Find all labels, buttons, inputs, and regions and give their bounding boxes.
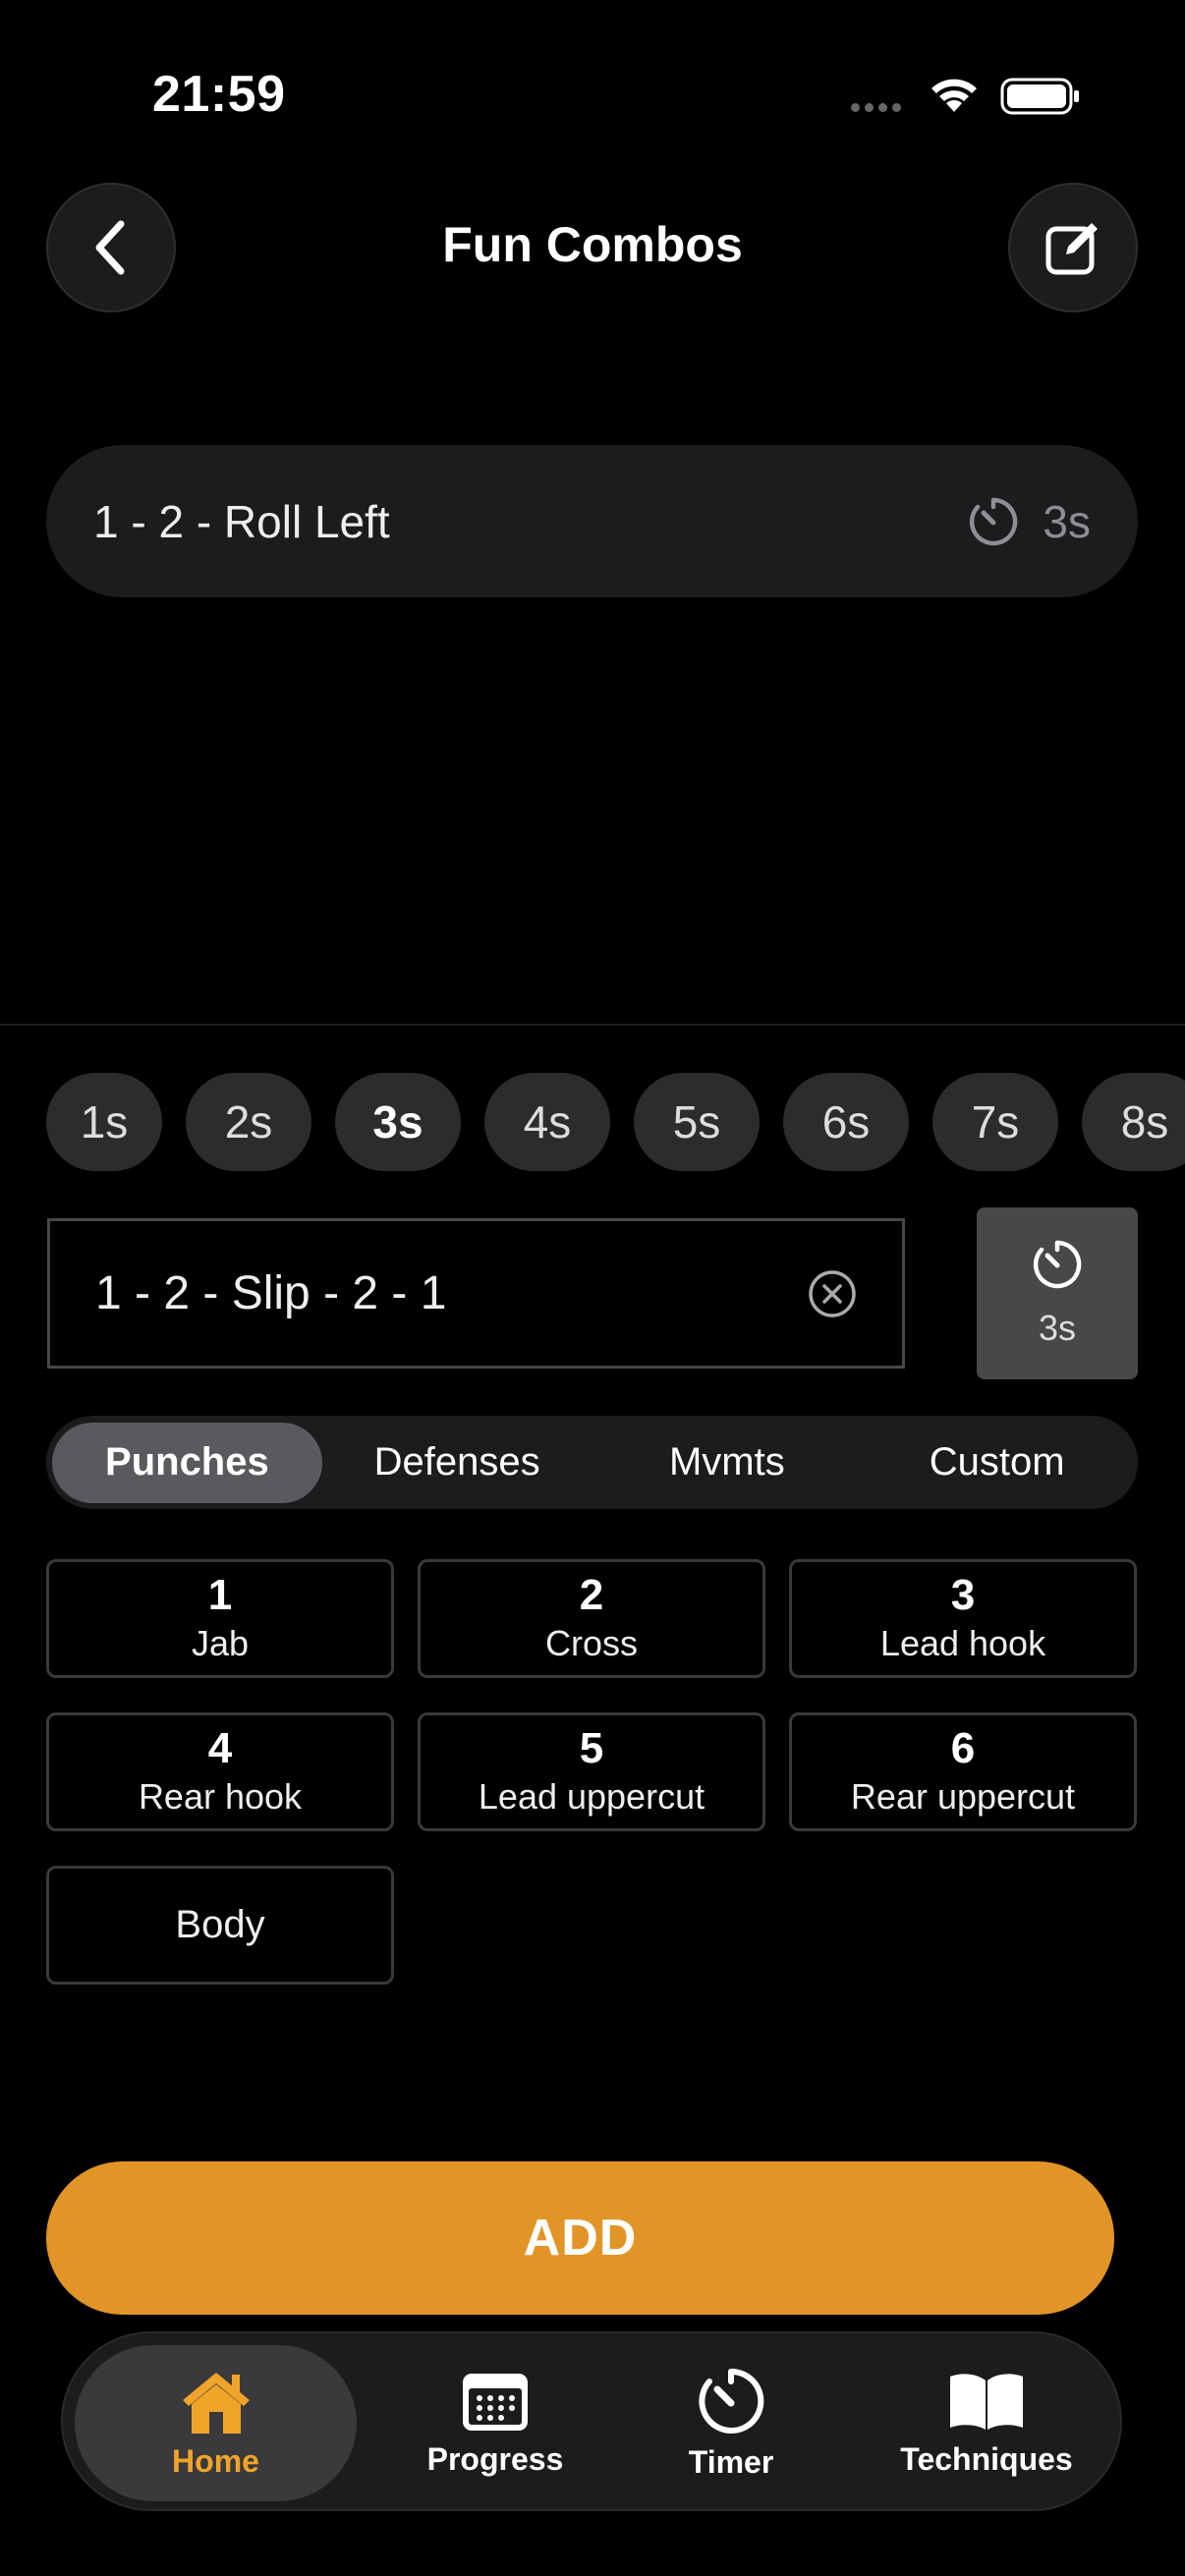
- timer-icon: [699, 2368, 764, 2434]
- wifi-icon: [931, 79, 977, 112]
- tab-defenses[interactable]: Defenses: [322, 1423, 592, 1503]
- duration-chip-2s[interactable]: 2s: [186, 1073, 311, 1171]
- combo-list-item[interactable]: 1 - 2 - Roll Left 3s: [46, 445, 1138, 597]
- move-button-cross[interactable]: 2 Cross: [418, 1559, 765, 1678]
- move-label: Body: [175, 1903, 265, 1946]
- tab-home[interactable]: Home: [75, 2345, 357, 2501]
- edit-button[interactable]: [1008, 183, 1138, 312]
- tab-progress[interactable]: Progress: [387, 2345, 603, 2501]
- combo-input[interactable]: 1 - 2 - Slip - 2 - 1: [47, 1218, 905, 1369]
- combo-input-value: 1 - 2 - Slip - 2 - 1: [95, 1267, 447, 1319]
- tab-bar: Home Progress Timer Techniques: [61, 2331, 1122, 2511]
- status-time: 21:59: [152, 66, 286, 123]
- divider: [0, 1024, 1185, 1026]
- duration-chip-8s[interactable]: 8s: [1082, 1073, 1185, 1171]
- move-number: 2: [579, 1571, 604, 1620]
- cellular-signal-icon: [851, 103, 901, 112]
- move-button-lead-uppercut[interactable]: 5 Lead uppercut: [418, 1712, 765, 1831]
- move-label: Cross: [544, 1622, 638, 1663]
- add-button[interactable]: ADD: [46, 2161, 1114, 2315]
- duration-chip-6s[interactable]: 6s: [783, 1073, 909, 1171]
- tab-punches[interactable]: Punches: [52, 1422, 322, 1503]
- clear-icon[interactable]: [808, 1269, 857, 1318]
- book-icon: [950, 2374, 1023, 2430]
- move-number: 5: [579, 1724, 604, 1773]
- move-label: Lead uppercut: [478, 1775, 705, 1817]
- move-label: Jab: [191, 1622, 250, 1663]
- move-label: Rear hook: [138, 1775, 303, 1817]
- compose-icon: [1045, 223, 1098, 275]
- duration-chip-1s[interactable]: 1s: [46, 1073, 162, 1171]
- tab-timer[interactable]: Timer: [652, 2345, 810, 2501]
- tab-progress-label: Progress: [426, 2441, 564, 2477]
- duration-chip-5s[interactable]: 5s: [634, 1073, 760, 1171]
- move-number: 6: [950, 1724, 976, 1773]
- timer-duration-label: 3s: [1038, 1307, 1077, 1348]
- move-number: 4: [207, 1724, 233, 1773]
- timer-duration-button[interactable]: 3s: [977, 1207, 1138, 1379]
- move-button-body[interactable]: Body: [46, 1866, 394, 1985]
- move-number: 3: [950, 1571, 976, 1620]
- combo-text: 1 - 2 - Roll Left: [93, 495, 390, 547]
- timer-icon: [1033, 1240, 1082, 1288]
- move-button-jab[interactable]: 1 Jab: [46, 1559, 394, 1678]
- duration-chip-7s[interactable]: 7s: [932, 1073, 1058, 1171]
- calendar-icon: [463, 2374, 528, 2431]
- move-button-lead-hook[interactable]: 3 Lead hook: [789, 1559, 1137, 1678]
- duration-chip-4s[interactable]: 4s: [484, 1073, 610, 1171]
- tab-mvmts[interactable]: Mvmts: [592, 1423, 863, 1503]
- move-number: 1: [207, 1571, 233, 1620]
- tab-custom[interactable]: Custom: [862, 1423, 1132, 1503]
- duration-chip-3s[interactable]: 3s: [335, 1073, 461, 1171]
- move-button-rear-uppercut[interactable]: 6 Rear uppercut: [789, 1712, 1137, 1831]
- tab-techniques[interactable]: Techniques: [878, 2345, 1095, 2501]
- tab-home-label: Home: [172, 2443, 259, 2479]
- battery-icon: [1000, 78, 1079, 115]
- tab-techniques-label: Techniques: [900, 2441, 1073, 2477]
- house-icon: [182, 2373, 250, 2434]
- move-label: Lead hook: [879, 1622, 1046, 1663]
- combo-duration: 3s: [968, 495, 1091, 548]
- move-label: Rear uppercut: [850, 1775, 1076, 1817]
- category-tabs: Punches Defenses Mvmts Custom: [46, 1416, 1138, 1509]
- timer-icon: [970, 497, 1018, 545]
- tab-timer-label: Timer: [688, 2444, 774, 2480]
- combo-duration-label: 3s: [1043, 495, 1091, 547]
- move-button-rear-hook[interactable]: 4 Rear hook: [46, 1712, 394, 1831]
- duration-chips: 1s 2s 3s 4s 5s 6s 7s 8s: [46, 1073, 1185, 1171]
